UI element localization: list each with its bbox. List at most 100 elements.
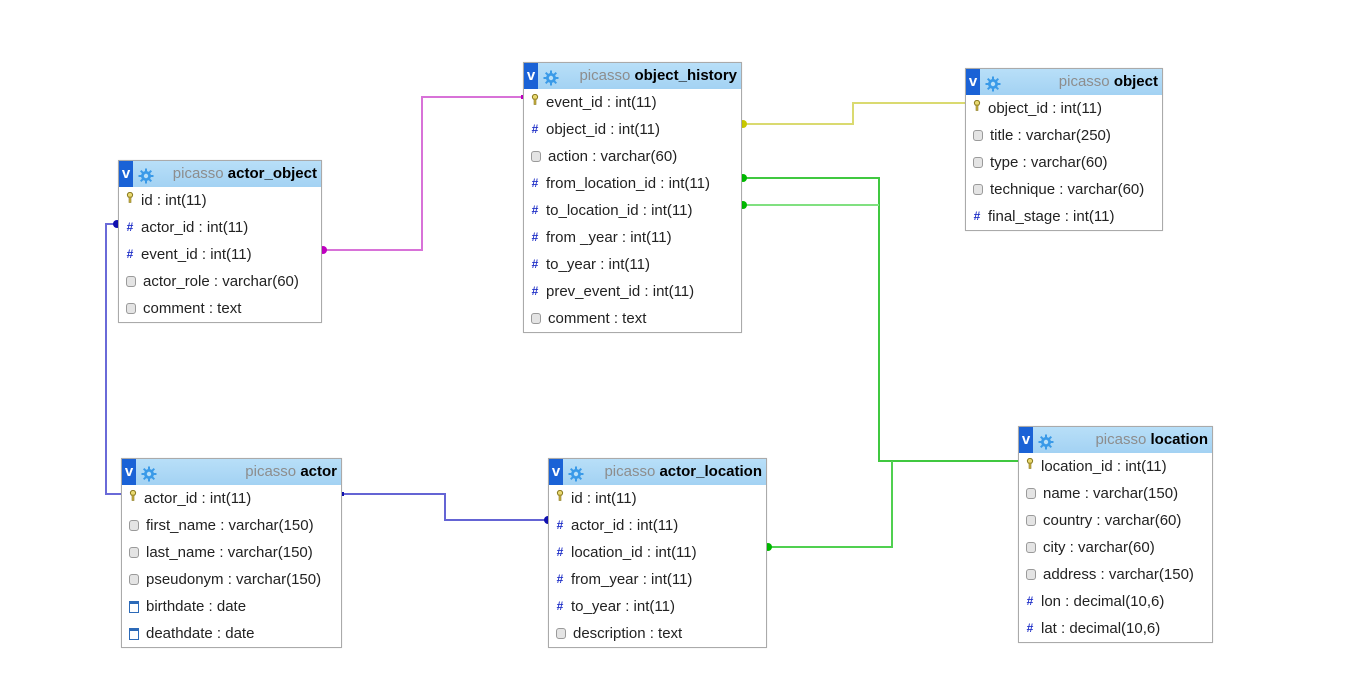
column-row[interactable]: # event_id : int(11) (119, 241, 321, 268)
column-label: lat : decimal(10,6) (1041, 620, 1161, 637)
column-row[interactable]: object_id : int(11) (966, 95, 1162, 122)
column-row[interactable]: # actor_id : int(11) (549, 512, 766, 539)
column-label: city : varchar(60) (1043, 539, 1155, 556)
column-row[interactable]: name : varchar(150) (1019, 480, 1212, 507)
text-field-icon (1026, 488, 1036, 499)
hash-icon: # (531, 257, 539, 271)
table-header[interactable]: v picasso actor_object (119, 161, 321, 187)
column-label: pseudonym : varchar(150) (146, 571, 322, 588)
column-row[interactable]: id : int(11) (549, 485, 766, 512)
table-header[interactable]: v picasso object (966, 69, 1162, 95)
column-row[interactable]: city : varchar(60) (1019, 534, 1212, 561)
toggle-v-icon[interactable]: v (1019, 427, 1033, 453)
table-header[interactable]: v picasso actor (122, 459, 341, 485)
column-row[interactable]: # to_year : int(11) (524, 251, 741, 278)
column-row[interactable]: # to_location_id : int(11) (524, 197, 741, 224)
gear-icon[interactable] (141, 465, 157, 482)
column-row[interactable]: description : text (549, 620, 766, 647)
text-field-icon (1026, 515, 1036, 526)
gear-icon[interactable] (1038, 433, 1054, 450)
table-header[interactable]: v picasso location (1019, 427, 1212, 453)
column-label: location_id : int(11) (571, 544, 697, 561)
column-row[interactable]: location_id : int(11) (1019, 453, 1212, 480)
column-row[interactable]: last_name : varchar(150) (122, 539, 341, 566)
column-row[interactable]: birthdate : date (122, 593, 341, 620)
relation-actor-location-actor[interactable] (341, 493, 549, 521)
column-row[interactable]: first_name : varchar(150) (122, 512, 341, 539)
gear-icon[interactable] (985, 75, 1001, 92)
column-row[interactable]: address : varchar(150) (1019, 561, 1212, 588)
toggle-v-icon[interactable]: v (524, 63, 538, 89)
relation-actor-object-event[interactable] (321, 96, 524, 251)
column-row[interactable]: comment : text (524, 305, 741, 332)
column-row[interactable]: id : int(11) (119, 187, 321, 214)
table-actor[interactable]: v picasso actor actor_id : int(11) first_na… (121, 458, 342, 648)
text-field-icon (126, 276, 136, 287)
column-row[interactable]: # object_id : int(11) (524, 116, 741, 143)
column-label: title : varchar(250) (990, 127, 1111, 144)
column-row[interactable]: # location_id : int(11) (549, 539, 766, 566)
column-label: event_id : int(11) (141, 246, 252, 263)
toggle-v-icon[interactable]: v (119, 161, 133, 187)
column-row[interactable]: # from_location_id : int(11) (524, 170, 741, 197)
gear-icon[interactable] (138, 167, 154, 184)
table-actor-object[interactable]: v picasso actor_object id : int(11) # actor_… (118, 160, 322, 323)
column-label: technique : varchar(60) (990, 181, 1145, 198)
column-row[interactable]: # from_year : int(11) (549, 566, 766, 593)
column-row[interactable]: # from _year : int(11) (524, 224, 741, 251)
column-label: to_year : int(11) (571, 598, 675, 615)
key-icon (972, 95, 982, 122)
toggle-v-icon[interactable]: v (966, 69, 980, 95)
text-field-icon (973, 184, 983, 195)
database-name: picasso (1095, 431, 1147, 448)
relation-actor-location-location[interactable] (766, 461, 893, 548)
column-row[interactable]: title : varchar(250) (966, 122, 1162, 149)
toggle-v-icon[interactable]: v (549, 459, 563, 485)
gear-icon[interactable] (543, 69, 559, 86)
table-header[interactable]: v picasso actor_location (549, 459, 766, 485)
relation-history-object[interactable] (741, 102, 966, 125)
column-row[interactable]: country : varchar(60) (1019, 507, 1212, 534)
column-row[interactable]: type : varchar(60) (966, 149, 1162, 176)
column-label: location_id : int(11) (1041, 458, 1167, 475)
column-label: from_year : int(11) (571, 571, 693, 588)
column-row[interactable]: pseudonym : varchar(150) (122, 566, 341, 593)
column-row[interactable]: # actor_id : int(11) (119, 214, 321, 241)
column-label: id : int(11) (141, 192, 207, 209)
column-row[interactable]: action : varchar(60) (524, 143, 741, 170)
column-row[interactable]: technique : varchar(60) (966, 176, 1162, 203)
column-label: type : varchar(60) (990, 154, 1108, 171)
column-label: object_id : int(11) (988, 100, 1102, 117)
column-row[interactable]: event_id : int(11) (524, 89, 741, 116)
column-label: country : varchar(60) (1043, 512, 1182, 529)
column-row[interactable]: # lat : decimal(10,6) (1019, 615, 1212, 642)
hash-icon: # (1026, 621, 1034, 635)
hash-icon: # (556, 572, 564, 586)
column-row[interactable]: comment : text (119, 295, 321, 322)
table-location[interactable]: v picasso location location_id : int(11) na… (1018, 426, 1213, 643)
column-row[interactable]: # prev_event_id : int(11) (524, 278, 741, 305)
toggle-v-icon[interactable]: v (122, 459, 136, 485)
hash-icon: # (556, 545, 564, 559)
column-row[interactable]: actor_id : int(11) (122, 485, 341, 512)
column-row[interactable]: deathdate : date (122, 620, 341, 647)
table-actor-location[interactable]: v picasso actor_location id : int(11) # acto… (548, 458, 767, 648)
table-object[interactable]: v picasso object object_id : int(11) title … (965, 68, 1163, 231)
hash-icon: # (531, 176, 539, 190)
hash-icon: # (556, 518, 564, 532)
column-row[interactable]: # lon : decimal(10,6) (1019, 588, 1212, 615)
gear-icon[interactable] (568, 465, 584, 482)
key-icon (1025, 453, 1035, 480)
column-row[interactable]: actor_role : varchar(60) (119, 268, 321, 295)
column-row[interactable]: # final_stage : int(11) (966, 203, 1162, 230)
column-label: lon : decimal(10,6) (1041, 593, 1165, 610)
text-field-icon (973, 157, 983, 168)
table-title: picasso location (1095, 427, 1208, 453)
table-object-history[interactable]: v picasso object_history event_id : int(11… (523, 62, 742, 333)
column-row[interactable]: # to_year : int(11) (549, 593, 766, 620)
table-header[interactable]: v picasso object_history (524, 63, 741, 89)
column-label: birthdate : date (146, 598, 247, 615)
table-title: picasso actor_location (604, 459, 762, 485)
database-name: picasso (172, 165, 224, 182)
column-label: to_location_id : int(11) (546, 202, 693, 219)
